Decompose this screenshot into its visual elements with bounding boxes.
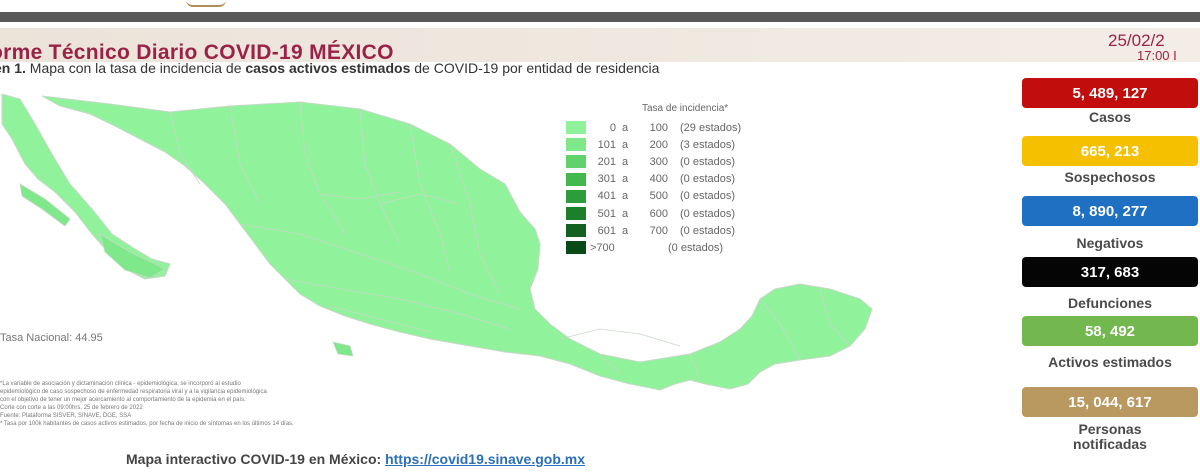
legend-range-connector: a (621, 138, 629, 151)
highlighted-state-baja-sur (99, 233, 166, 279)
legend-swatch (566, 155, 586, 169)
legend-row: >700 (0 estados) (566, 239, 806, 256)
legend-swatch (566, 138, 586, 152)
stat-value: 665, 213 (1022, 136, 1198, 166)
stat-label: Sospechosos (1064, 169, 1156, 185)
stat-label: Personas notificadas (1073, 421, 1147, 452)
caption-text-1: Mapa con la tasa de incidencia de (25, 60, 246, 76)
stat-value: 317, 683 (1022, 257, 1198, 287)
legend-row: 201 a 300 (0 estados) (566, 153, 806, 170)
legend-title: Tasa de incidencia* (642, 103, 729, 114)
footnote: epidemiológico de caso sospechoso de enf… (0, 389, 267, 395)
footnote: Corte con corte a las 09:00hrs, 25 de fe… (0, 405, 143, 411)
legend-range-connector: a (621, 173, 629, 186)
footnote: * Tasa por 100k habitantes de casos acti… (0, 421, 294, 427)
legend-count: (0 estados) (680, 224, 736, 237)
legend-count: (0 estados) (680, 190, 736, 203)
stat-value: 58, 492 (1022, 316, 1198, 346)
legend-range-to: 300 (649, 155, 668, 168)
footnote: Fuente: Plataforma SISVER, SINAVE, DGE, … (0, 413, 132, 419)
legend-rows: 0 a 100 (29 estados) 101 a 200 (3 estados) 201 a 3… (566, 119, 806, 257)
legend-range: >700 (590, 241, 615, 254)
legend-range-connector: a (621, 224, 629, 237)
stat-value: 15, 044, 617 (1022, 387, 1198, 417)
stat-label: Activos estimados (1048, 354, 1172, 370)
legend-range-from: 201 (597, 155, 616, 168)
legend-row: 0 a 100 (29 estados) (566, 119, 806, 136)
logo-fragment (186, 0, 226, 7)
footnote: con el objetivo de tener un mejor acerca… (0, 397, 246, 403)
legend-range-from: 101 (597, 138, 616, 151)
legend-count: (0 estados) (680, 207, 736, 220)
legend-range-to: 600 (649, 207, 668, 220)
legend-swatch (566, 224, 586, 238)
legend-count: (0 estados) (680, 155, 736, 168)
legend-count: (29 estados) (680, 121, 742, 134)
legend-count: (3 estados) (680, 138, 736, 151)
stat-value: 8, 890, 277 (1022, 196, 1198, 226)
stat-value: 5, 489, 127 (1022, 78, 1198, 108)
legend-swatch (566, 189, 586, 203)
legend-range-to: 700 (649, 224, 668, 237)
legend-range-from: 0 (609, 121, 616, 134)
legend-range-from: 301 (597, 173, 616, 186)
incidence-legend: Tasa de incidencia* 0 a 100 (29 estados) 101… (566, 103, 806, 257)
legend-row: 401 a 500 (0 estados) (566, 188, 806, 205)
caption-prefix: en 1. (0, 60, 26, 76)
legend-row: 301 a 400 (0 estados) (566, 171, 806, 188)
footer-label: Mapa interactivo COVID-19 en México: (126, 451, 386, 467)
legend-range-from: 501 (597, 207, 616, 220)
footnotes: *La variable de asociación y dictaminaci… (0, 380, 540, 428)
legend-range-to: 400 (649, 173, 668, 186)
caption-text-2: de COVID-19 por entidad de residencia (410, 60, 660, 76)
stat-label: Casos (1088, 109, 1132, 125)
national-rate: Tasa Nacional: 44.95 (0, 332, 103, 344)
top-bar (0, 12, 1200, 22)
caption-bold: casos activos estimados (245, 60, 411, 76)
legend-row: 101 a 200 (3 estados) (566, 136, 806, 153)
legend-range-to: 200 (649, 138, 668, 151)
legend-range-from: 601 (597, 224, 616, 237)
legend-range-to: 100 (649, 121, 668, 134)
legend-row: 601 a 700 (0 estados) (566, 222, 806, 239)
legend-range-connector: a (621, 121, 629, 134)
legend-range-connector: a (621, 190, 629, 203)
legend-swatch (566, 207, 586, 221)
legend-count: (0 estados) (680, 173, 736, 186)
footer-interactive-map: Mapa interactivo COVID-19 en México: htt… (126, 451, 585, 467)
report-time: 17:00 I (1137, 48, 1177, 63)
legend-row: 501 a 600 (0 estados) (566, 205, 806, 222)
covid-map-link[interactable]: https://covid19.sinave.gob.mx (385, 451, 585, 467)
legend-range-from: 401 (597, 190, 616, 203)
footnote: *La variable de asociación y dictaminaci… (0, 381, 241, 387)
legend-range-connector: a (621, 155, 629, 168)
legend-swatch (566, 172, 586, 186)
stat-label: Negativos (1076, 235, 1144, 251)
legend-swatch (566, 241, 586, 255)
legend-count: (0 estados) (668, 241, 724, 254)
highlighted-state-colima (332, 341, 354, 357)
map-caption: en 1. Mapa con la tasa de incidencia de … (0, 60, 659, 76)
legend-range-to: 500 (649, 190, 668, 203)
legend-range-connector: a (621, 207, 629, 220)
stat-label: Defunciones (1067, 295, 1152, 311)
legend-swatch (566, 121, 586, 135)
